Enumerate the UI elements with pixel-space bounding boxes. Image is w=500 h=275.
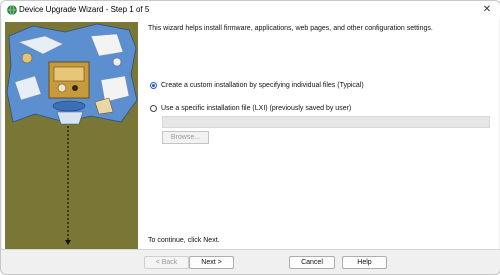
radio-custom-installation[interactable] <box>150 82 157 89</box>
next-button[interactable]: Next > <box>189 256 234 269</box>
wizard-window: Device Upgrade Wizard - Step 1 of 5 ✕ Th… <box>0 0 500 275</box>
footer-divider <box>1 249 500 250</box>
intro-text: This wizard helps install firmware, appl… <box>148 25 433 32</box>
continue-instruction: To continue, click Next. <box>148 237 220 244</box>
title-bar: Device Upgrade Wizard - Step 1 of 5 ✕ <box>1 1 500 19</box>
window-title: Device Upgrade Wizard - Step 1 of 5 <box>19 5 150 14</box>
option-installation-file[interactable]: Use a specific installation file (LXI) (… <box>150 105 351 112</box>
help-button[interactable]: Help <box>342 256 387 269</box>
cancel-button[interactable]: Cancel <box>289 256 335 269</box>
upgrade-illustration-image <box>5 22 138 249</box>
radio-installation-file[interactable] <box>150 105 157 112</box>
wizard-content: This wizard helps install firmware, appl… <box>2 19 499 249</box>
back-button[interactable]: < Back <box>144 256 189 269</box>
wizard-illustration <box>5 22 138 249</box>
globe-icon <box>7 5 17 15</box>
close-button[interactable]: ✕ <box>480 3 494 17</box>
option-custom-installation-label: Create a custom installation by specifyi… <box>161 82 364 89</box>
option-installation-file-label: Use a specific installation file (LXI) (… <box>161 105 352 112</box>
browse-button[interactable]: Browse... <box>162 131 209 144</box>
installation-file-field[interactable] <box>162 116 490 128</box>
option-custom-installation[interactable]: Create a custom installation by specifyi… <box>150 82 364 89</box>
